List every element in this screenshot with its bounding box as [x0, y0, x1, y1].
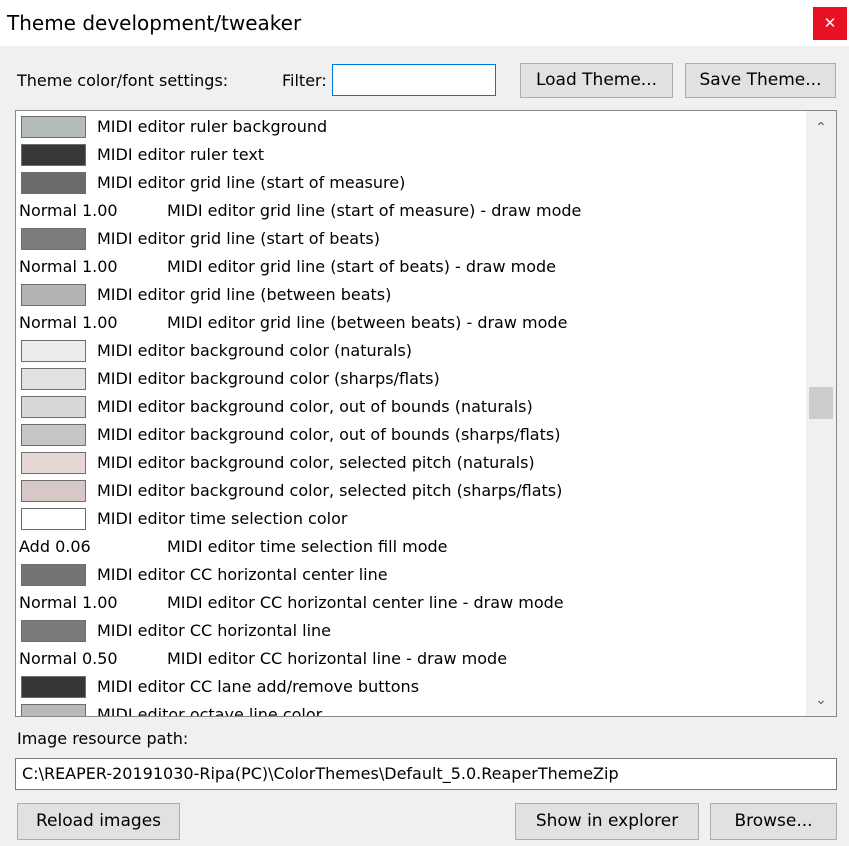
setting-label: MIDI editor background color, selected p…	[97, 453, 535, 472]
color-swatch[interactable]	[21, 508, 86, 530]
browse-button[interactable]: Browse...	[710, 803, 837, 840]
show-in-explorer-button[interactable]: Show in explorer	[515, 803, 699, 840]
setting-label: MIDI editor CC horizontal center line - …	[167, 593, 564, 612]
draw-mode-row[interactable]: Normal 1.00 MIDI editor CC horizontal cen…	[19, 589, 804, 617]
setting-label: MIDI editor background color, out of bou…	[97, 425, 561, 444]
draw-mode-value[interactable]: Normal 1.00	[19, 312, 118, 334]
draw-mode-row[interactable]: Normal 1.00 MIDI editor grid line (betwee…	[19, 309, 804, 337]
color-setting-row[interactable]: MIDI editor background color, selected p…	[19, 449, 804, 477]
draw-mode-row[interactable]: Normal 0.50 MIDI editor CC horizontal lin…	[19, 645, 804, 673]
theme-settings-label: Theme color/font settings:	[17, 71, 229, 90]
color-setting-row[interactable]: MIDI editor ruler text	[19, 141, 804, 169]
vertical-scrollbar[interactable]: ⌃ ⌄	[806, 111, 836, 716]
setting-label: MIDI editor CC horizontal center line	[97, 565, 388, 584]
color-setting-row[interactable]: MIDI editor background color, selected p…	[19, 477, 804, 505]
image-resource-path-field[interactable]: C:\REAPER-20191030-Ripa(PC)\ColorThemes\…	[15, 758, 837, 790]
draw-mode-value[interactable]: Normal 1.00	[19, 592, 118, 614]
draw-mode-row[interactable]: Normal 1.00 MIDI editor grid line (start …	[19, 197, 804, 225]
window-title: Theme development/tweaker	[7, 11, 302, 35]
color-swatch[interactable]	[21, 144, 86, 166]
color-setting-row[interactable]: MIDI editor background color, out of bou…	[19, 421, 804, 449]
color-swatch[interactable]	[21, 480, 86, 502]
setting-label: MIDI editor ruler background	[97, 117, 328, 136]
scroll-thumb[interactable]	[809, 387, 833, 420]
chevron-up-icon[interactable]: ⌃	[806, 113, 836, 143]
color-setting-row[interactable]: MIDI editor background color, out of bou…	[19, 393, 804, 421]
draw-mode-value[interactable]: Add 0.06	[19, 536, 91, 558]
draw-mode-row[interactable]: Add 0.06 MIDI editor time selection fill …	[19, 533, 804, 561]
filter-label: Filter:	[282, 71, 327, 90]
setting-label: MIDI editor background color (naturals)	[97, 341, 413, 360]
draw-mode-value[interactable]: Normal 0.50	[19, 648, 118, 670]
color-setting-row[interactable]: MIDI editor grid line (start of beats)	[19, 225, 804, 253]
draw-mode-row[interactable]: Normal 1.00 MIDI editor grid line (start …	[19, 253, 804, 281]
color-swatch[interactable]	[21, 620, 86, 642]
draw-mode-value[interactable]: Normal 1.00	[19, 256, 118, 278]
setting-label: MIDI editor background color, out of bou…	[97, 397, 533, 416]
theme-settings-list[interactable]: MIDI editor ruler background MIDI editor …	[15, 110, 837, 717]
setting-label: MIDI editor octave line color	[97, 705, 323, 716]
setting-label: MIDI editor ruler text	[97, 145, 265, 164]
color-swatch[interactable]	[21, 340, 86, 362]
color-swatch[interactable]	[21, 368, 86, 390]
color-swatch[interactable]	[21, 228, 86, 250]
setting-label: MIDI editor CC lane add/remove buttons	[97, 677, 420, 696]
color-swatch[interactable]	[21, 424, 86, 446]
color-setting-row[interactable]: MIDI editor CC horizontal line	[19, 617, 804, 645]
color-setting-row[interactable]: MIDI editor background color (naturals)	[19, 337, 804, 365]
color-setting-row[interactable]: MIDI editor grid line (between beats)	[19, 281, 804, 309]
color-setting-row[interactable]: MIDI editor CC lane add/remove buttons	[19, 673, 804, 701]
setting-label: MIDI editor time selection fill mode	[167, 537, 448, 556]
setting-label: MIDI editor grid line (start of beats)	[97, 229, 380, 248]
color-swatch[interactable]	[21, 396, 86, 418]
color-swatch[interactable]	[21, 704, 86, 716]
setting-label: MIDI editor grid line (start of measure)…	[167, 201, 582, 220]
reload-images-button[interactable]: Reload images	[17, 803, 180, 840]
setting-label: MIDI editor grid line (between beats)	[97, 285, 392, 304]
color-swatch[interactable]	[21, 452, 86, 474]
color-setting-row[interactable]: MIDI editor CC horizontal center line	[19, 561, 804, 589]
load-theme-button[interactable]: Load Theme...	[520, 63, 673, 98]
color-swatch[interactable]	[21, 676, 86, 698]
setting-label: MIDI editor CC horizontal line - draw mo…	[167, 649, 508, 668]
color-setting-row[interactable]: MIDI editor background color (sharps/fla…	[19, 365, 804, 393]
filter-input[interactable]	[332, 64, 496, 96]
setting-label: MIDI editor grid line (between beats) - …	[167, 313, 568, 332]
draw-mode-value[interactable]: Normal 1.00	[19, 200, 118, 222]
setting-label: MIDI editor CC horizontal line	[97, 621, 332, 640]
color-setting-row[interactable]: MIDI editor time selection color	[19, 505, 804, 533]
setting-label: MIDI editor time selection color	[97, 509, 348, 528]
title-bar: Theme development/tweaker ✕	[0, 0, 849, 46]
color-swatch[interactable]	[21, 284, 86, 306]
color-setting-row[interactable]: MIDI editor ruler background	[19, 113, 804, 141]
save-theme-button[interactable]: Save Theme...	[685, 63, 836, 98]
color-setting-row[interactable]: MIDI editor grid line (start of measure)	[19, 169, 804, 197]
setting-label: MIDI editor grid line (start of measure)	[97, 173, 406, 192]
color-swatch[interactable]	[21, 564, 86, 586]
close-button[interactable]: ✕	[813, 7, 847, 40]
color-swatch[interactable]	[21, 172, 86, 194]
color-swatch[interactable]	[21, 116, 86, 138]
image-resource-path-label: Image resource path:	[17, 729, 189, 748]
close-icon: ✕	[823, 14, 837, 32]
chevron-down-icon[interactable]: ⌄	[806, 685, 836, 715]
setting-label: MIDI editor background color (sharps/fla…	[97, 369, 440, 388]
theme-settings-rows: MIDI editor ruler background MIDI editor …	[16, 111, 806, 716]
color-setting-row[interactable]: MIDI editor octave line color	[19, 701, 804, 716]
setting-label: MIDI editor grid line (start of beats) -…	[167, 257, 556, 276]
setting-label: MIDI editor background color, selected p…	[97, 481, 563, 500]
